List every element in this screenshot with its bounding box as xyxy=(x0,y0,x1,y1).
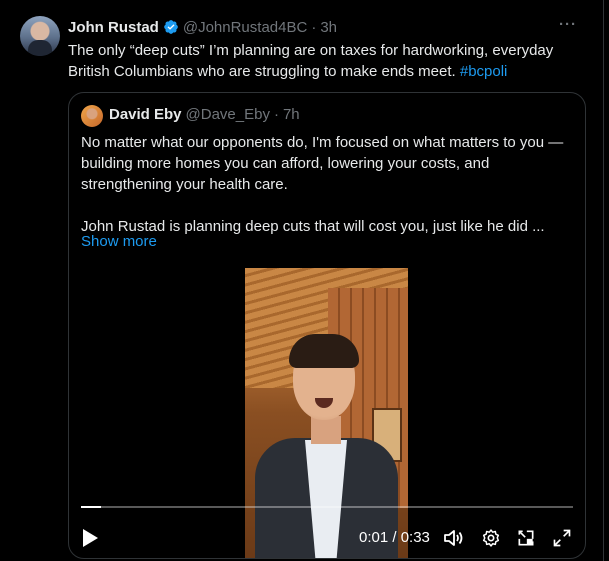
quoted-author-avatar xyxy=(81,105,103,127)
settings-icon[interactable] xyxy=(480,527,502,549)
video-person-hair xyxy=(289,334,359,368)
tweet-header: John Rustad @JohnRustad4BC · 3h xyxy=(68,17,583,37)
quoted-author-handle: @Dave_Eby xyxy=(185,106,270,123)
video-person-neck xyxy=(311,416,341,444)
play-icon[interactable] xyxy=(79,527,101,549)
video-frame[interactable] xyxy=(245,268,408,558)
hashtag-link[interactable]: #bcpoli xyxy=(460,63,508,80)
quoted-tweet-body: No matter what our opponents do, I'm foc… xyxy=(81,132,573,237)
tweet-timestamp[interactable]: 3h xyxy=(320,19,337,36)
header-separator: · xyxy=(311,18,317,36)
tweet-body: The only “deep cuts” I’m planning are on… xyxy=(68,40,588,82)
timeline-column: John Rustad @JohnRustad4BC · 3h ··· The … xyxy=(0,0,604,561)
author-handle[interactable]: @JohnRustad4BC xyxy=(183,19,307,36)
video-time-display: 0:01 / 0:33 xyxy=(359,529,430,546)
volume-icon[interactable] xyxy=(442,527,466,549)
more-icon[interactable]: ··· xyxy=(559,16,577,33)
quoted-paragraph-1: No matter what our opponents do, I'm foc… xyxy=(81,134,564,193)
quoted-tweet-timestamp: 7h xyxy=(282,106,300,123)
quoted-tweet-header: David Eby @Dave_Eby · 7h xyxy=(109,106,300,123)
fullscreen-icon[interactable] xyxy=(551,527,573,549)
video-controls: 0:01 / 0:33 xyxy=(69,521,585,555)
quoted-author-name: David Eby xyxy=(109,106,182,123)
video-progress-fill xyxy=(81,506,101,508)
verified-badge-icon xyxy=(163,19,179,35)
quoted-tweet[interactable]: David Eby @Dave_Eby · 7h No matter what … xyxy=(68,92,586,559)
picture-in-picture-icon[interactable] xyxy=(515,527,537,549)
quoted-header-separator: · xyxy=(273,106,279,123)
video-progress-bar[interactable] xyxy=(81,506,573,508)
author-name[interactable]: John Rustad xyxy=(68,19,159,36)
author-avatar[interactable] xyxy=(20,16,60,56)
show-more-link[interactable]: Show more xyxy=(81,233,157,250)
